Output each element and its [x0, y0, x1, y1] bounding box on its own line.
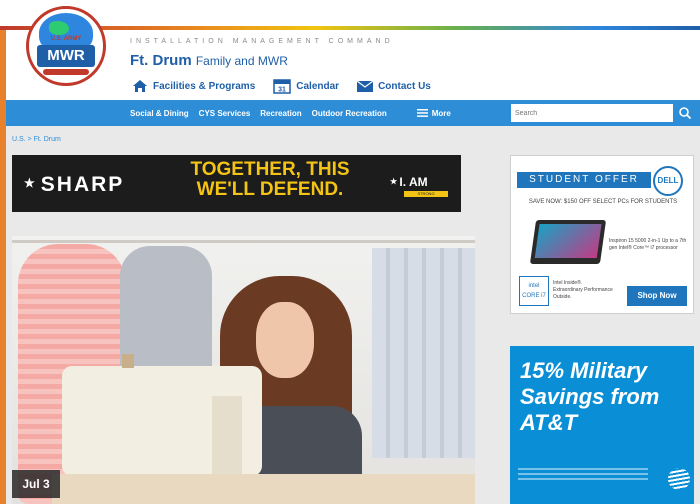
logo-text: MWR: [47, 47, 85, 64]
hamburger-icon: [416, 109, 428, 117]
att-globe-icon: [668, 468, 690, 490]
dell-ad[interactable]: STUDENT OFFER DELL SAVE NOW: $150 OFF SE…: [510, 155, 694, 314]
search-button[interactable]: [676, 104, 694, 122]
mwr-logo[interactable]: U.S. ARMY MWR: [26, 6, 106, 86]
sewing-machine: [62, 354, 262, 476]
main-nav: Social & Dining CYS Services Recreation …: [6, 100, 700, 126]
nav-item-outdoor-recreation[interactable]: Outdoor Recreation: [312, 109, 387, 118]
sharp-logo: SHARP: [24, 173, 124, 197]
quick-links: Facilities & Programs 31 Calendar Contac…: [132, 78, 431, 94]
breadcrumb[interactable]: U.S. > Ft. Drum: [12, 136, 61, 143]
sharp-slogan: TOGETHER, THIS WE'LL DEFEND.: [190, 159, 350, 200]
calendar-icon: 31: [273, 79, 292, 94]
att-fine-print: [518, 468, 648, 484]
page: INSTALLATION MANAGEMENT COMMAND Ft. Drum…: [0, 0, 700, 504]
logo-badge: U.S. ARMY MWR: [37, 36, 95, 67]
intel-badge: intel CORE i7: [519, 276, 549, 306]
facilities-link[interactable]: Facilities & Programs: [132, 79, 255, 93]
calendar-link[interactable]: 31 Calendar: [273, 78, 339, 94]
shop-now-button[interactable]: Shop Now: [627, 286, 687, 306]
att-headline: 15% Military Savings from AT&T: [520, 358, 660, 435]
nav-item-cys-services[interactable]: CYS Services: [199, 109, 251, 118]
search-icon: [679, 107, 692, 120]
sewing-machine-knob: [122, 354, 134, 368]
logo-ribbon: [43, 69, 89, 75]
envelope-icon: [357, 80, 374, 92]
iam-sub: STRONG: [404, 191, 448, 197]
calendar-label: Calendar: [296, 80, 340, 92]
org-line: INSTALLATION MANAGEMENT COMMAND: [130, 38, 394, 45]
hero-image[interactable]: [12, 236, 475, 504]
dell-product-desc: Inspiron 15 5000 2-in-1 Up to a 7th gen …: [609, 238, 687, 251]
nav-item-recreation[interactable]: Recreation: [260, 109, 301, 118]
student-offer-badge: STUDENT OFFER: [517, 172, 651, 188]
site-title-rest: Family and MWR: [195, 54, 288, 68]
nav-items: Social & Dining CYS Services Recreation …: [130, 100, 451, 126]
facilities-label: Facilities & Programs: [153, 80, 256, 92]
sewing-machine-arm: [212, 396, 242, 476]
site-title-bold: Ft. Drum: [130, 52, 192, 69]
clothing-rack: [12, 240, 475, 243]
dell-save-text: SAVE NOW: $150 OFF SELECT PCs FOR STUDEN…: [528, 199, 678, 205]
woman-face: [256, 302, 314, 378]
nav-item-social-dining[interactable]: Social & Dining: [130, 109, 189, 118]
date-badge: Jul 3: [12, 470, 60, 498]
intel-inside-text: Intel Inside®. Extraordinary Performance…: [553, 280, 613, 300]
att-ad[interactable]: 15% Military Savings from AT&T: [510, 346, 694, 504]
sharp-banner[interactable]: SHARP TOGETHER, THIS WE'LL DEFEND. I. AM…: [12, 155, 461, 212]
calendar-day: 31: [278, 87, 286, 94]
contact-link[interactable]: Contact Us: [357, 80, 431, 92]
hanging-clothes: [372, 248, 475, 458]
top-strip: [0, 0, 700, 26]
iam-logo: I. AM: [390, 175, 427, 189]
logo-small-text: U.S. ARMY: [50, 36, 82, 42]
contact-label: Contact Us: [378, 80, 431, 92]
fabric: [52, 474, 475, 504]
site-title[interactable]: Ft. Drum Family and MWR: [130, 52, 288, 69]
dell-logo: DELL: [653, 166, 683, 196]
more-menu[interactable]: More: [416, 108, 451, 118]
search-input[interactable]: [511, 104, 673, 122]
laptop-image: [529, 220, 607, 264]
site-header: INSTALLATION MANAGEMENT COMMAND Ft. Drum…: [6, 30, 700, 100]
home-icon: [133, 80, 147, 92]
more-label: More: [431, 108, 451, 118]
